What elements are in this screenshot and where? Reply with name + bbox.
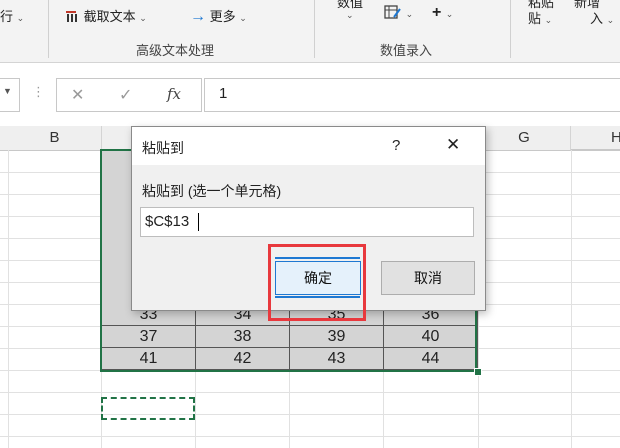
add-button[interactable]: + ⌄ [432,4,453,22]
gridline [0,414,620,415]
row-menu-button[interactable]: 行 ⌄ [0,6,24,25]
highlight-accent-line [275,257,360,259]
chevron-down-icon: ⌄ [239,13,247,23]
chevron-down-icon: ⌄ [544,15,553,25]
group-advanced-text-label: 高级文本处理 [136,43,215,58]
chevron-down-icon: ⌄ [606,15,615,25]
highlight-box [268,244,366,321]
more-button[interactable]: → 更多 ⌄ [190,6,247,26]
gridline [571,150,572,448]
cancel-icon[interactable]: ✕ [71,85,84,105]
gridline [8,150,9,448]
extract-text-icon [64,8,80,27]
insert-button[interactable]: 入 ⌄ [590,8,614,27]
group-value-entry-label: 数值录入 [380,43,433,58]
cancel-button[interactable]: 取消 [381,261,475,295]
column-header-b[interactable]: B [8,126,102,151]
row-label: 行 [0,9,14,24]
close-icon[interactable]: ✕ [446,135,460,155]
ribbon-separator [314,0,315,58]
paste-target-cell[interactable] [101,397,195,420]
fill-handle[interactable] [474,368,482,376]
chevron-down-icon: ⌄ [16,13,25,23]
column-header-g[interactable]: G [478,126,571,151]
enter-icon[interactable]: ✓ [119,85,132,105]
formula-bar-grip: ⋮ [32,84,45,99]
chevron-down-icon: ⌄ [405,9,414,19]
chevron-down-icon: ⌄ [445,9,454,19]
name-box-dropdown[interactable]: ▼ [0,78,20,112]
format-button[interactable]: ⌄ [384,4,413,23]
cell-reference-input[interactable]: $C$13 [140,207,474,237]
text-cursor [198,213,199,231]
help-icon[interactable]: ? [392,137,400,154]
insert-function-icon[interactable]: fx [167,85,181,103]
chevron-down-icon: ⌄ [139,13,147,23]
cell-reference-value: $C$13 [145,213,190,230]
formula-buttons: ✕ ✓ fx [56,78,202,112]
extract-text-button[interactable]: 截取文本 ⌄ [64,6,147,27]
ribbon-separator [510,0,511,58]
gridline [0,392,620,393]
gridline [0,436,620,437]
dialog-title-bar: 粘贴到 ? ✕ [132,127,485,165]
dialog-prompt: 粘贴到 (选一个单元格) [142,183,282,199]
edit-grid-icon [384,4,402,23]
more-label: 更多 [209,9,236,24]
paste-label: 贴 [528,11,542,26]
formula-value: 1 [219,85,228,102]
column-header-h[interactable]: H [571,126,620,150]
paste-button[interactable]: 贴 ⌄ [528,8,552,27]
insert-label: 入 [590,11,604,26]
arrow-right-icon: → [190,8,206,25]
dialog-title: 粘贴到 [142,140,184,156]
chevron-down-icon[interactable]: ⌄ [346,10,354,21]
ribbon-separator [48,0,49,58]
chevron-down-icon: ▼ [3,86,12,96]
formula-input[interactable]: 1 [204,78,620,112]
extract-text-label: 截取文本 [83,9,136,24]
plus-icon: + [432,4,442,21]
highlight-accent-line [275,296,360,298]
